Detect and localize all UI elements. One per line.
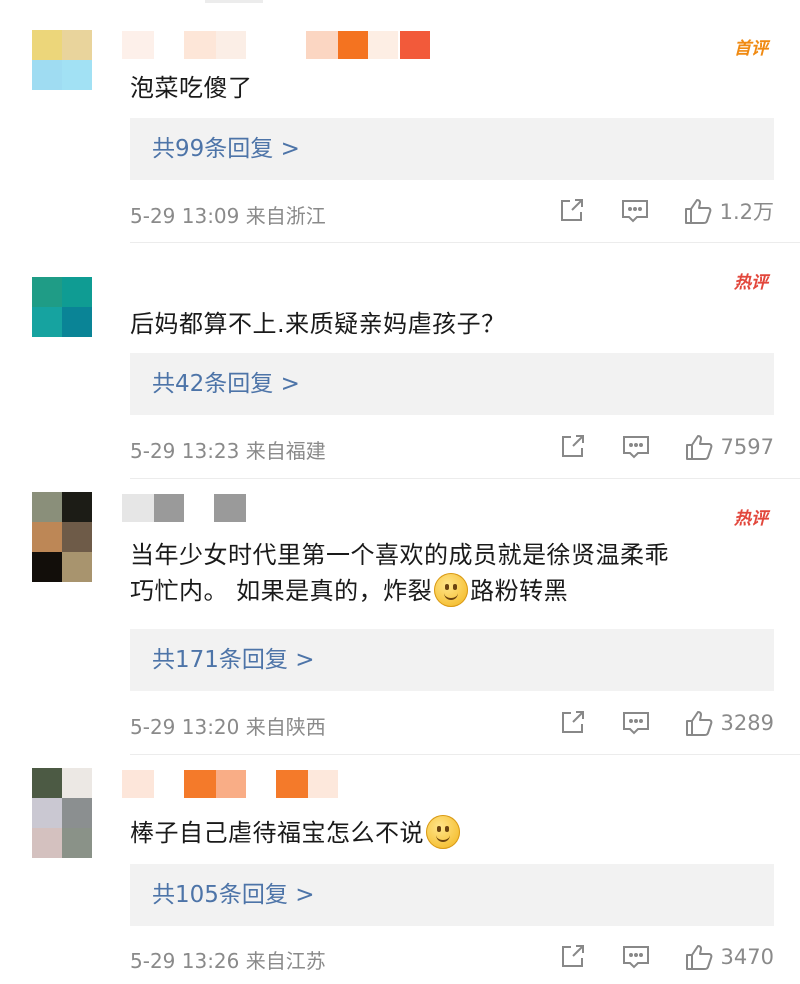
comment-actions: 3470 bbox=[557, 941, 774, 973]
thumbs-up-icon[interactable] bbox=[685, 942, 715, 972]
replies-label[interactable]: 共42条回复 > bbox=[130, 371, 300, 397]
comment-text-part: 路粉转黑 bbox=[470, 577, 569, 605]
comment-actions: 3289 bbox=[557, 707, 774, 739]
comment-icon[interactable] bbox=[621, 942, 651, 972]
like-count: 3289 bbox=[720, 711, 774, 735]
like-count: 7597 bbox=[720, 435, 774, 459]
avatar[interactable] bbox=[32, 277, 92, 337]
comment-icon[interactable] bbox=[621, 708, 651, 738]
view-replies-link[interactable]: 共105条回复 > bbox=[130, 864, 774, 926]
view-replies-link[interactable]: 共42条回复 > bbox=[130, 353, 774, 415]
thumbs-up-icon[interactable] bbox=[684, 196, 714, 226]
comment-3: 热评 当年少女时代里第一个喜欢的成员就是徐贤温柔乖 巧忙内。 如果是真的，炸裂 路… bbox=[0, 479, 800, 755]
comment-meta: 5-29 13:23 来自福建 bbox=[130, 439, 326, 463]
view-replies-link[interactable]: 共171条回复 > bbox=[130, 629, 774, 691]
thumbs-up-icon[interactable] bbox=[685, 708, 715, 738]
comment-icon[interactable] bbox=[620, 196, 650, 226]
avatar[interactable] bbox=[32, 492, 92, 582]
replies-label[interactable]: 共99条回复 > bbox=[130, 136, 300, 162]
comment-text: 当年少女时代里第一个喜欢的成员就是徐贤温柔乖 巧忙内。 如果是真的，炸裂 路粉转黑 bbox=[130, 537, 760, 609]
like-count: 1.2万 bbox=[719, 200, 774, 224]
comment-text: 棒子自己虐待福宝怎么不说 bbox=[130, 815, 760, 851]
view-replies-link[interactable]: 共99条回复 > bbox=[130, 118, 774, 180]
comment-text: 泡菜吃傻了 bbox=[130, 74, 253, 102]
share-icon[interactable] bbox=[556, 196, 586, 226]
comment-meta: 5-29 13:09 来自浙江 bbox=[130, 204, 326, 228]
comment-text-line-1: 当年少女时代里第一个喜欢的成员就是徐贤温柔乖 bbox=[130, 541, 669, 569]
comment-actions: 1.2万 bbox=[556, 195, 774, 227]
replies-label[interactable]: 共171条回复 > bbox=[130, 647, 314, 673]
hot-comment-badge: 热评 bbox=[734, 273, 768, 293]
like-count: 3470 bbox=[720, 945, 774, 969]
comment-text-line-2: 巧忙内。 如果是真的，炸裂 路粉转黑 bbox=[130, 573, 760, 609]
share-icon[interactable] bbox=[557, 942, 587, 972]
first-comment-badge: 首评 bbox=[734, 39, 768, 59]
comment-2: 热评 后妈都算不上.来质疑亲妈虐孩子？ 共42条回复 > 5-29 13:23 … bbox=[0, 243, 800, 478]
comment-meta: 5-29 13:26 来自江苏 bbox=[130, 949, 326, 973]
comment-text-part: 棒子自己虐待福宝怎么不说 bbox=[130, 819, 424, 847]
comment-icon[interactable] bbox=[621, 432, 651, 462]
smile-emoji-icon bbox=[434, 573, 469, 607]
comment-1: 首评 泡菜吃傻了 共99条回复 > 5-29 13:09 来自浙江 1.2万 bbox=[0, 0, 800, 243]
comment-4: 棒子自己虐待福宝怎么不说 共105条回复 > 5-29 13:26 来自江苏 3… bbox=[0, 755, 800, 984]
smile-emoji-icon bbox=[426, 815, 460, 849]
thumbs-up-icon[interactable] bbox=[685, 432, 715, 462]
avatar[interactable] bbox=[32, 30, 92, 90]
avatar[interactable] bbox=[32, 768, 92, 858]
comment-meta: 5-29 13:20 来自陕西 bbox=[130, 715, 326, 739]
comment-text-part: 巧忙内。 如果是真的，炸裂 bbox=[130, 577, 433, 605]
replies-label[interactable]: 共105条回复 > bbox=[130, 882, 314, 908]
share-icon[interactable] bbox=[557, 432, 587, 462]
share-icon[interactable] bbox=[557, 708, 587, 738]
comment-text: 后妈都算不上.来质疑亲妈虐孩子？ bbox=[130, 310, 506, 338]
comment-actions: 7597 bbox=[557, 431, 774, 463]
hot-comment-badge: 热评 bbox=[734, 509, 768, 529]
